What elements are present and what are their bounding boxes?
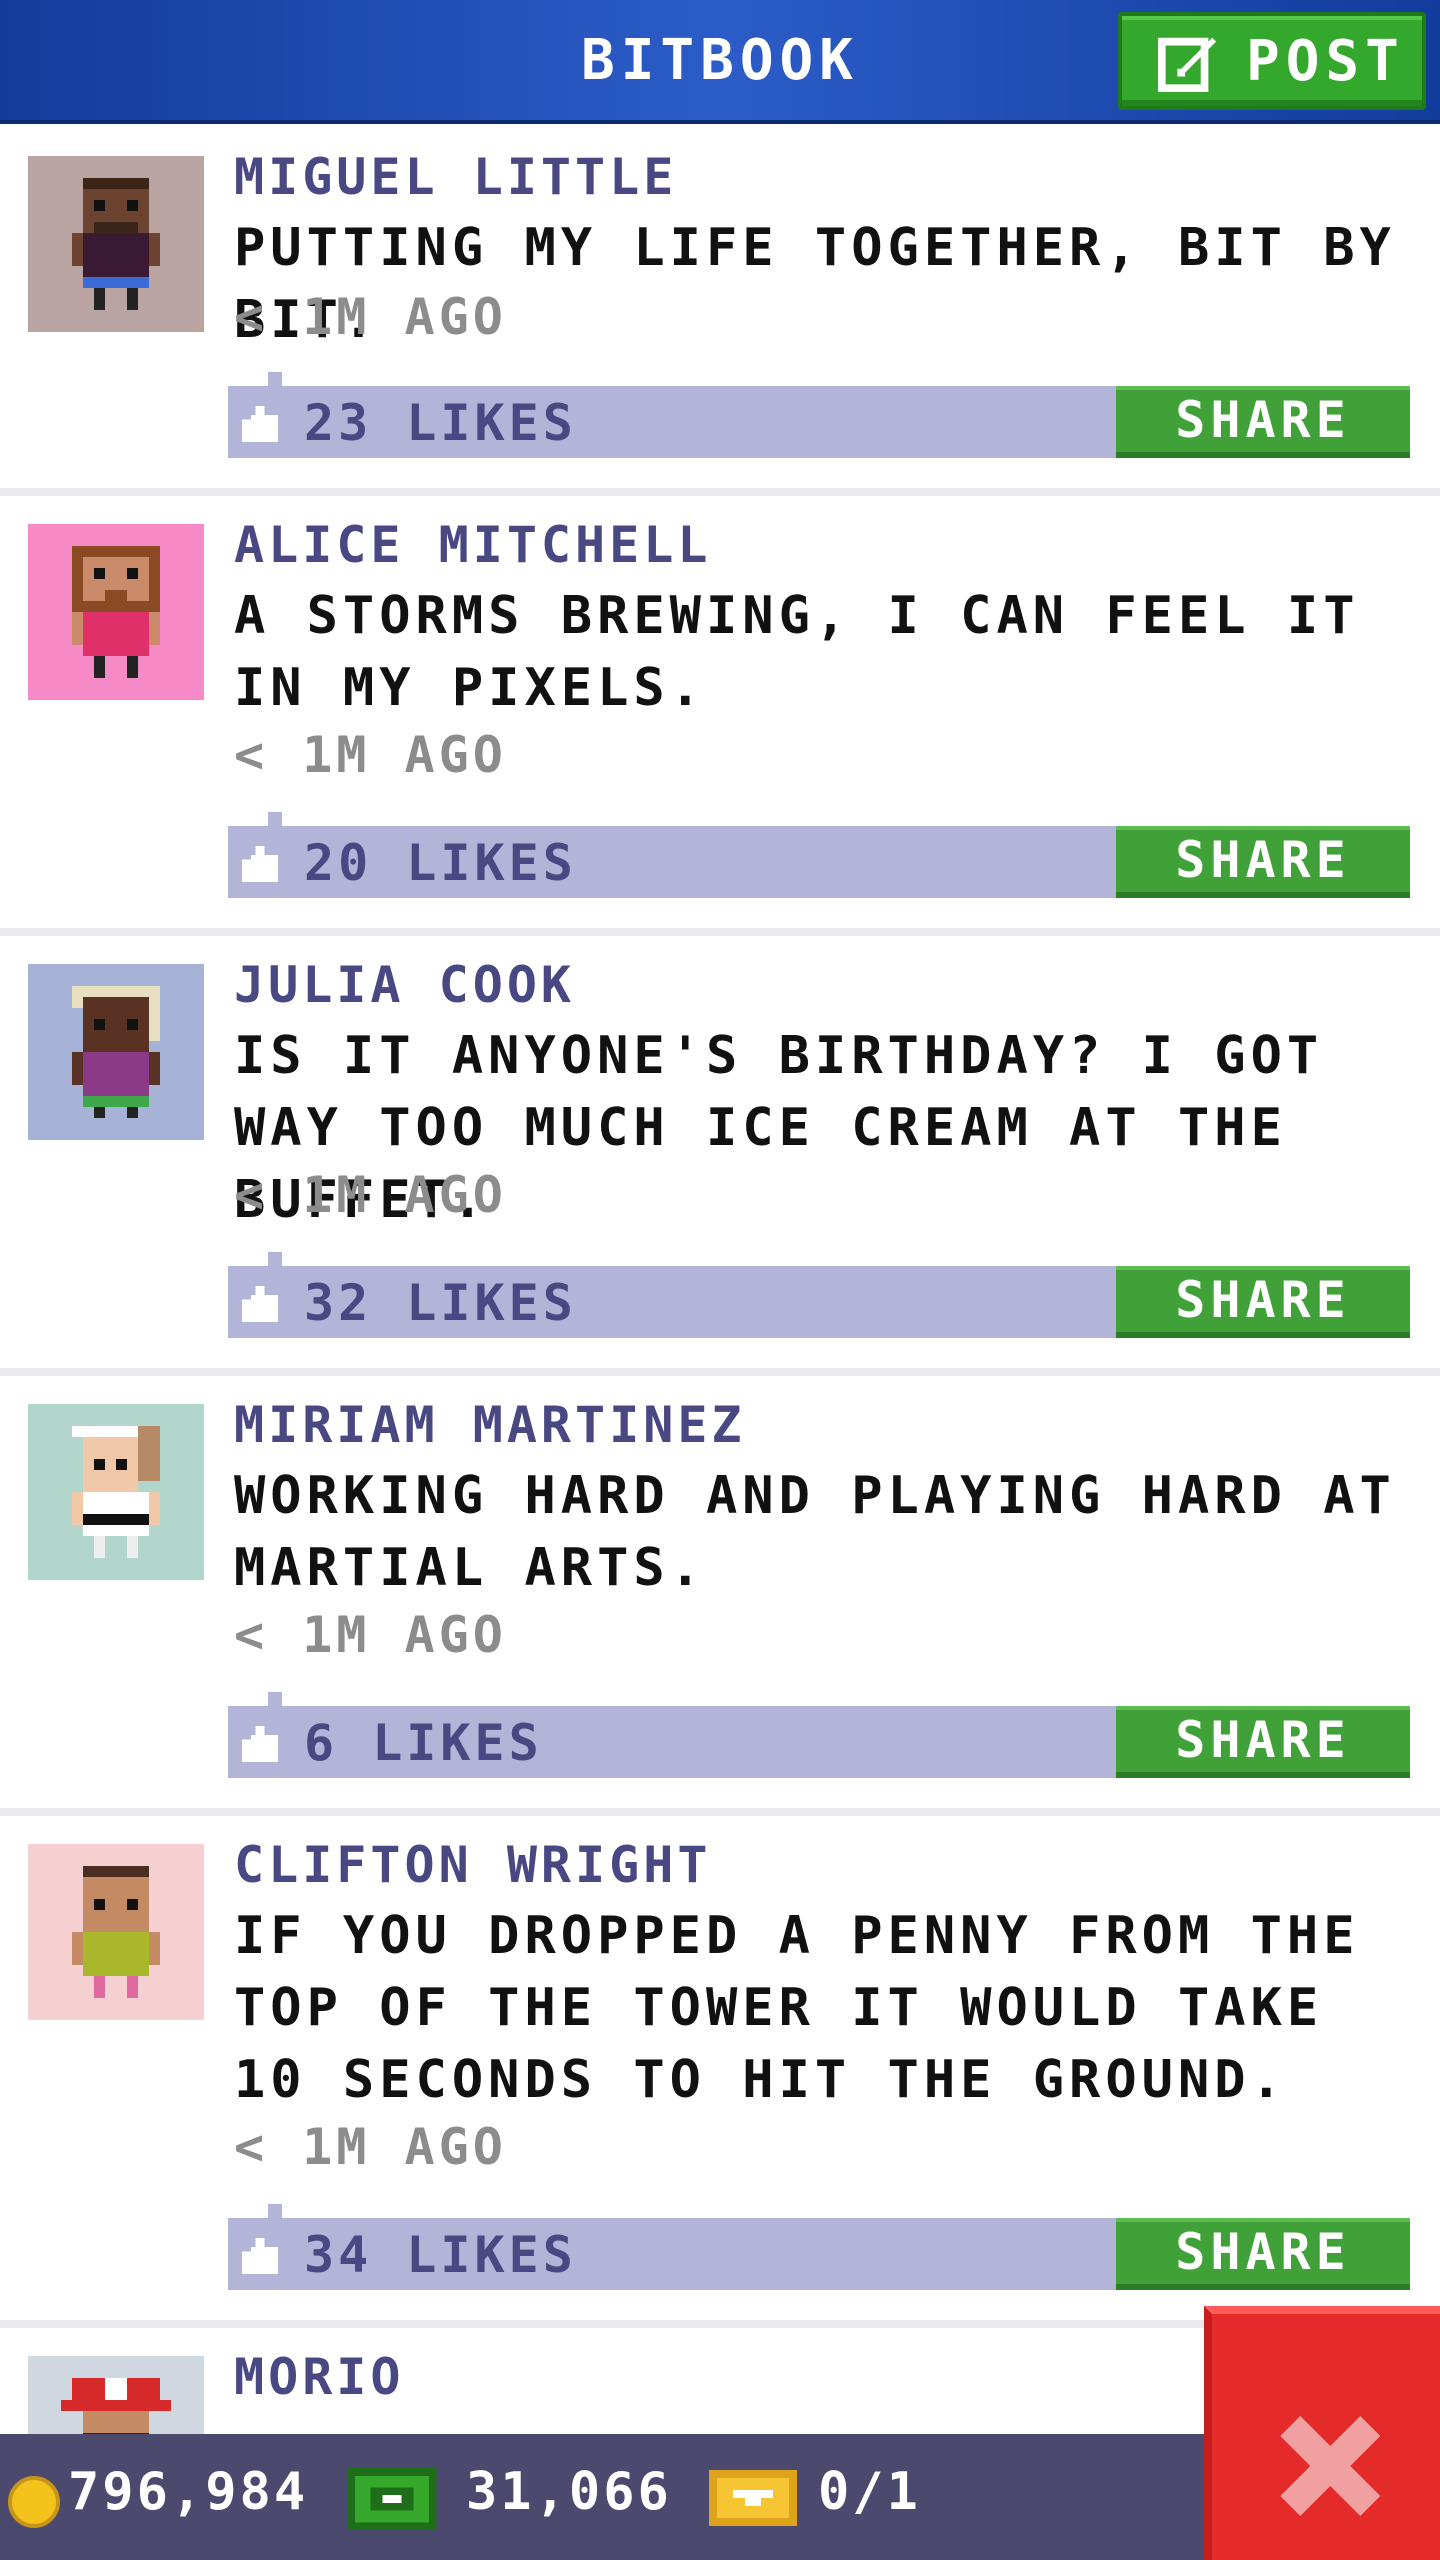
bux-count: 31,066 — [466, 2462, 672, 2522]
post-time: < 1M AGO — [234, 1166, 507, 1224]
post-author[interactable]: MORIO — [234, 2348, 405, 2406]
compose-icon — [1158, 37, 1217, 92]
share-button[interactable]: SHARE — [1116, 386, 1410, 458]
close-button[interactable] — [1204, 2306, 1440, 2560]
post-text: WORKING HARD AND PLAYING HARD AT MARTIAL… — [234, 1466, 1396, 1598]
like-icon[interactable] — [242, 846, 278, 882]
post-item: CLIFTON WRIGHT IF YOU DROPPED A PENNY FR… — [0, 1816, 1440, 2328]
post-time: < 1M AGO — [234, 2118, 507, 2176]
post-time: < 1M AGO — [234, 1606, 507, 1664]
post-author[interactable]: MIRIAM MARTINEZ — [234, 1396, 746, 1454]
post-time: < 1M AGO — [234, 726, 507, 784]
ticket-icon — [709, 2470, 797, 2526]
post-author[interactable]: JULIA COOK — [234, 956, 575, 1014]
share-button[interactable]: SHARE — [1116, 2218, 1410, 2290]
post-button-label: POST — [1246, 28, 1405, 94]
avatar — [28, 524, 204, 700]
avatar — [28, 1404, 204, 1580]
post-author[interactable]: ALICE MITCHELL — [234, 516, 711, 574]
coin-icon — [8, 2476, 60, 2528]
share-button[interactable]: SHARE — [1116, 826, 1410, 898]
avatar — [28, 1844, 204, 2020]
like-icon[interactable] — [242, 1286, 278, 1322]
post-item: JULIA COOK IS IT ANYONE'S BIRTHDAY? I GO… — [0, 936, 1440, 1376]
share-button[interactable]: SHARE — [1116, 1266, 1410, 1338]
like-count: 6 LIKES — [304, 1714, 543, 1772]
ticket-count: 0/1 — [818, 2462, 921, 2522]
post-author[interactable]: MIGUEL LITTLE — [234, 148, 677, 206]
bux-icon — [347, 2468, 437, 2530]
like-bar: 34 LIKES SHARE — [228, 2204, 1410, 2290]
post-text: A STORMS BREWING, I CAN FEEL IT IN MY PI… — [234, 586, 1360, 718]
like-bar: 20 LIKES SHARE — [228, 812, 1410, 898]
post-text: IF YOU DROPPED A PENNY FROM THE TOP OF T… — [234, 1906, 1360, 2110]
like-icon[interactable] — [242, 1726, 278, 1762]
like-icon[interactable] — [242, 2238, 278, 2274]
coin-count: 796,984 — [68, 2462, 309, 2522]
like-bar: 6 LIKES SHARE — [228, 1692, 1410, 1778]
like-count: 32 LIKES — [304, 1274, 577, 1332]
share-button[interactable]: SHARE — [1116, 1706, 1410, 1778]
like-bar: 32 LIKES SHARE — [228, 1252, 1410, 1338]
like-bar: 23 LIKES SHARE — [228, 372, 1410, 458]
avatar — [28, 156, 204, 332]
post-item: ALICE MITCHELL A STORMS BREWING, I CAN F… — [0, 496, 1440, 936]
post-time: < 1M AGO — [234, 288, 507, 346]
post-author[interactable]: CLIFTON WRIGHT — [234, 1836, 711, 1894]
like-icon[interactable] — [242, 406, 278, 442]
post-item: MIGUEL LITTLE PUTTING MY LIFE TOGETHER, … — [0, 128, 1440, 496]
post-item: MIRIAM MARTINEZ WORKING HARD AND PLAYING… — [0, 1376, 1440, 1816]
like-count: 23 LIKES — [304, 394, 577, 452]
avatar — [28, 964, 204, 1140]
close-icon — [1280, 2416, 1380, 2516]
post-button[interactable]: POST — [1118, 12, 1426, 110]
like-count: 34 LIKES — [304, 2226, 577, 2284]
like-count: 20 LIKES — [304, 834, 577, 892]
app-header: BITBOOK POST — [0, 0, 1440, 124]
